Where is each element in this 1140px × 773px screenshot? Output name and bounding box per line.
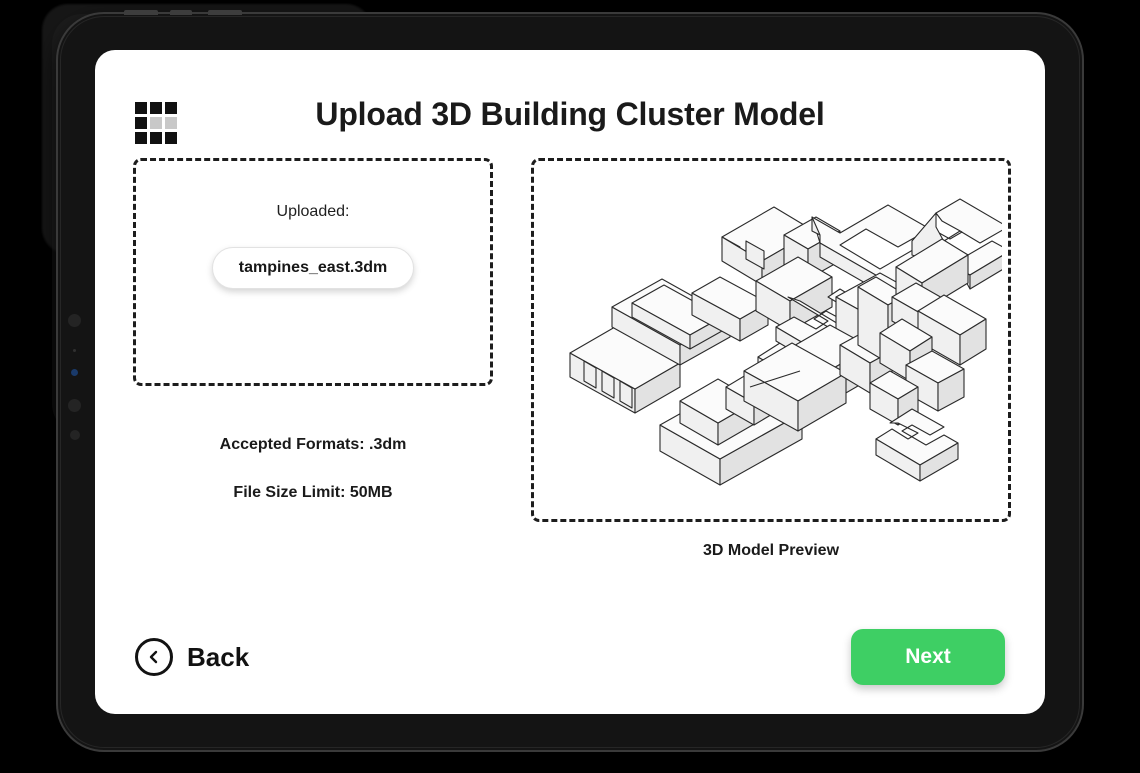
logo-cell (135, 132, 147, 144)
device-indicator-light-icon (71, 369, 78, 376)
device-microphone-icon (70, 430, 80, 440)
page-title: Upload 3D Building Cluster Model (315, 96, 825, 132)
uploaded-label: Uploaded: (276, 203, 350, 220)
logo-cell (150, 132, 162, 144)
logo-cell (165, 132, 177, 144)
preview-caption: 3D Model Preview (702, 542, 840, 559)
model-preview-dropzone[interactable]: .top { fill:#fbfbfb; stroke:#2b2b2b; str… (531, 158, 1011, 522)
tablet-device-frame: Upload 3D Building Cluster Model Uploade… (58, 10, 1082, 750)
app-header: Upload 3D Building Cluster Model (95, 50, 1045, 158)
file-size-limit-text: File Size Limit: 50MB (233, 484, 393, 501)
device-top-button-3[interactable] (208, 10, 242, 15)
back-button[interactable]: Back (135, 638, 249, 676)
building-cluster-3d-model-icon: .top { fill:#fbfbfb; stroke:#2b2b2b; str… (569, 198, 1002, 486)
device-sensor-icon (73, 349, 76, 352)
device-top-button-2[interactable] (170, 10, 192, 15)
tablet-screen: Upload 3D Building Cluster Model Uploade… (95, 50, 1045, 714)
footer-bar: Back Next (95, 622, 1045, 692)
device-speaker-icon (68, 399, 81, 412)
chevron-left-icon (135, 638, 173, 676)
uploaded-file-chip[interactable]: tampines_east.3dm (211, 247, 415, 289)
preview-column: .top { fill:#fbfbfb; stroke:#2b2b2b; str… (531, 158, 1011, 560)
device-top-button-1[interactable] (124, 10, 158, 15)
main-content: Uploaded: tampines_east.3dm Accepted For… (95, 158, 1045, 560)
upload-dropzone[interactable]: Uploaded: tampines_east.3dm (133, 158, 493, 386)
upload-column: Uploaded: tampines_east.3dm Accepted For… (133, 158, 493, 502)
next-button[interactable]: Next (851, 629, 1005, 685)
back-button-label: Back (187, 641, 250, 672)
device-camera-icon (68, 314, 81, 327)
accepted-formats-text: Accepted Formats: .3dm (219, 436, 407, 453)
